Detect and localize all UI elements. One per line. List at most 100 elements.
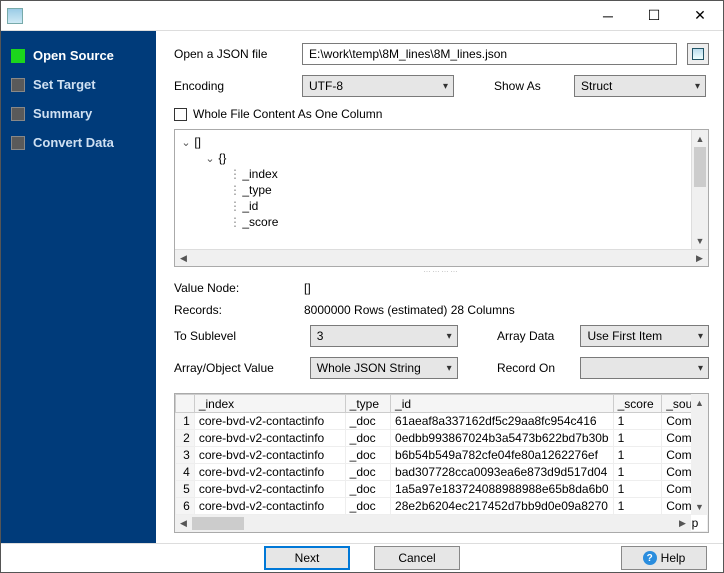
- cell-score: 1: [613, 447, 662, 464]
- titlebar: ─ ☐ ✕: [1, 1, 723, 31]
- cell-score: 1: [613, 498, 662, 515]
- cell-type: _doc: [345, 430, 390, 447]
- value-node-value: []: [304, 281, 311, 295]
- cell-type: _doc: [345, 413, 390, 430]
- encoding-select[interactable]: UTF-8: [302, 75, 454, 97]
- records-value: 8000000 Rows (estimated) 28 Columns: [304, 303, 515, 317]
- table-row[interactable]: 1 core-bvd-v2-contactinfo _doc 61aeaf8a3…: [176, 413, 708, 430]
- table-row[interactable]: 3 core-bvd-v2-contactinfo _doc b6b54b549…: [176, 447, 708, 464]
- show-as-select[interactable]: Struct: [574, 75, 706, 97]
- whole-file-label: Whole File Content As One Column: [193, 107, 382, 121]
- record-on-label: Record On: [497, 361, 571, 375]
- step-marker-icon: [11, 107, 25, 121]
- step-marker-icon: [11, 78, 25, 92]
- array-object-label: Array/Object Value: [174, 361, 300, 375]
- step-summary[interactable]: Summary: [1, 99, 156, 128]
- scroll-left-icon[interactable]: ◀: [175, 250, 192, 266]
- open-file-label: Open a JSON file: [174, 47, 292, 61]
- scroll-thumb[interactable]: [192, 517, 244, 530]
- step-label: Summary: [33, 106, 92, 121]
- cell-type: _doc: [345, 498, 390, 515]
- table-row[interactable]: 5 core-bvd-v2-contactinfo _doc 1a5a97e18…: [176, 481, 708, 498]
- cell-index: core-bvd-v2-contactinfo: [194, 430, 345, 447]
- wizard-sidebar: Open Source Set Target Summary Convert D…: [1, 31, 156, 543]
- to-sublevel-label: To Sublevel: [174, 329, 300, 343]
- to-sublevel-value: 3: [317, 329, 324, 343]
- col-type[interactable]: _type: [345, 395, 390, 413]
- array-data-label: Array Data: [497, 329, 571, 343]
- scroll-down-icon[interactable]: ▼: [691, 498, 708, 515]
- scroll-left-icon[interactable]: ◀: [175, 515, 192, 532]
- value-node-label: Value Node:: [174, 281, 304, 295]
- minimize-button[interactable]: ─: [585, 1, 631, 31]
- wizard-window: ─ ☐ ✕ Open Source Set Target Summary Con…: [0, 0, 724, 573]
- row-number: 4: [176, 464, 195, 481]
- scroll-up-icon[interactable]: ▲: [692, 130, 708, 147]
- scroll-up-icon[interactable]: ▲: [691, 394, 708, 411]
- cell-id: 28e2b6204ec217452d7bb9d0e09a8270: [391, 498, 614, 515]
- step-marker-icon: [11, 49, 25, 63]
- tree-leaf[interactable]: _id: [242, 199, 258, 213]
- step-set-target[interactable]: Set Target: [1, 70, 156, 99]
- encoding-label: Encoding: [174, 79, 292, 93]
- maximize-button[interactable]: ☐: [631, 1, 677, 31]
- tree-leaf[interactable]: _type: [242, 183, 271, 197]
- cell-id: b6b54b549a782cfe04fe80a1262276ef: [391, 447, 614, 464]
- json-tree[interactable]: ⌄ [] ⌄ {} ⋮ _index ⋮ _type ⋮ _id ⋮ _scor…: [174, 129, 709, 267]
- row-number: 2: [176, 430, 195, 447]
- splitter-handle[interactable]: ⋯⋯⋯⋯: [174, 269, 709, 275]
- cell-id: 61aeaf8a337162df5c29aa8fc954c416: [391, 413, 614, 430]
- table-row[interactable]: 6 core-bvd-v2-contactinfo _doc 28e2b6204…: [176, 498, 708, 515]
- to-sublevel-select[interactable]: 3: [310, 325, 458, 347]
- scroll-right-icon[interactable]: ▶: [691, 250, 708, 266]
- close-button[interactable]: ✕: [677, 1, 723, 31]
- next-button[interactable]: Next: [264, 546, 350, 570]
- tree-object[interactable]: {}: [218, 151, 226, 165]
- tree-scroll-horizontal[interactable]: ◀ ▶: [175, 249, 708, 266]
- cell-score: 1: [613, 464, 662, 481]
- step-marker-icon: [11, 136, 25, 150]
- step-label: Convert Data: [33, 135, 114, 150]
- row-number: 5: [176, 481, 195, 498]
- col-score[interactable]: _score: [613, 395, 662, 413]
- records-label: Records:: [174, 303, 304, 317]
- array-object-select[interactable]: Whole JSON String: [310, 357, 458, 379]
- tree-root[interactable]: []: [194, 135, 201, 149]
- tree-scroll-vertical[interactable]: ▲ ▼: [691, 130, 708, 249]
- step-convert-data[interactable]: Convert Data: [1, 128, 156, 157]
- cancel-button[interactable]: Cancel: [374, 546, 460, 570]
- scroll-thumb[interactable]: [694, 147, 706, 187]
- record-on-select[interactable]: [580, 357, 709, 379]
- cell-id: 0edbb993867024b3a5473b622bd7b30b: [391, 430, 614, 447]
- preview-table[interactable]: _index _type _id _score _sourc 1 core-bv…: [174, 393, 709, 533]
- array-object-value: Whole JSON String: [317, 361, 421, 375]
- scroll-right-icon[interactable]: ▶: [674, 515, 691, 532]
- table-scroll-vertical[interactable]: ▲ ▼: [691, 394, 708, 515]
- browse-button[interactable]: [687, 43, 709, 65]
- cell-type: _doc: [345, 464, 390, 481]
- cell-score: 1: [613, 430, 662, 447]
- row-number: 3: [176, 447, 195, 464]
- main-panel: Open a JSON file Encoding UTF-8 Show As …: [156, 31, 723, 543]
- cell-id: 1a5a97e183724088988988e65b8da6b0: [391, 481, 614, 498]
- step-open-source[interactable]: Open Source: [1, 41, 156, 70]
- whole-file-checkbox[interactable]: [174, 108, 187, 121]
- row-number: 6: [176, 498, 195, 515]
- help-button[interactable]: ? Help: [621, 546, 707, 570]
- col-rownum[interactable]: [176, 395, 195, 413]
- table-scroll-horizontal[interactable]: ◀ ▶: [175, 515, 691, 532]
- cell-index: core-bvd-v2-contactinfo: [194, 464, 345, 481]
- tree-leaf[interactable]: _index: [242, 167, 277, 181]
- col-id[interactable]: _id: [391, 395, 614, 413]
- table-row[interactable]: 2 core-bvd-v2-contactinfo _doc 0edbb9938…: [176, 430, 708, 447]
- encoding-value: UTF-8: [309, 79, 343, 93]
- tree-leaf[interactable]: _score: [242, 215, 278, 229]
- array-data-select[interactable]: Use First Item: [580, 325, 709, 347]
- cell-index: core-bvd-v2-contactinfo: [194, 481, 345, 498]
- scroll-down-icon[interactable]: ▼: [692, 232, 708, 249]
- file-path-input[interactable]: [302, 43, 677, 65]
- col-index[interactable]: _index: [194, 395, 345, 413]
- cell-score: 1: [613, 481, 662, 498]
- app-icon: [7, 8, 23, 24]
- table-row[interactable]: 4 core-bvd-v2-contactinfo _doc bad307728…: [176, 464, 708, 481]
